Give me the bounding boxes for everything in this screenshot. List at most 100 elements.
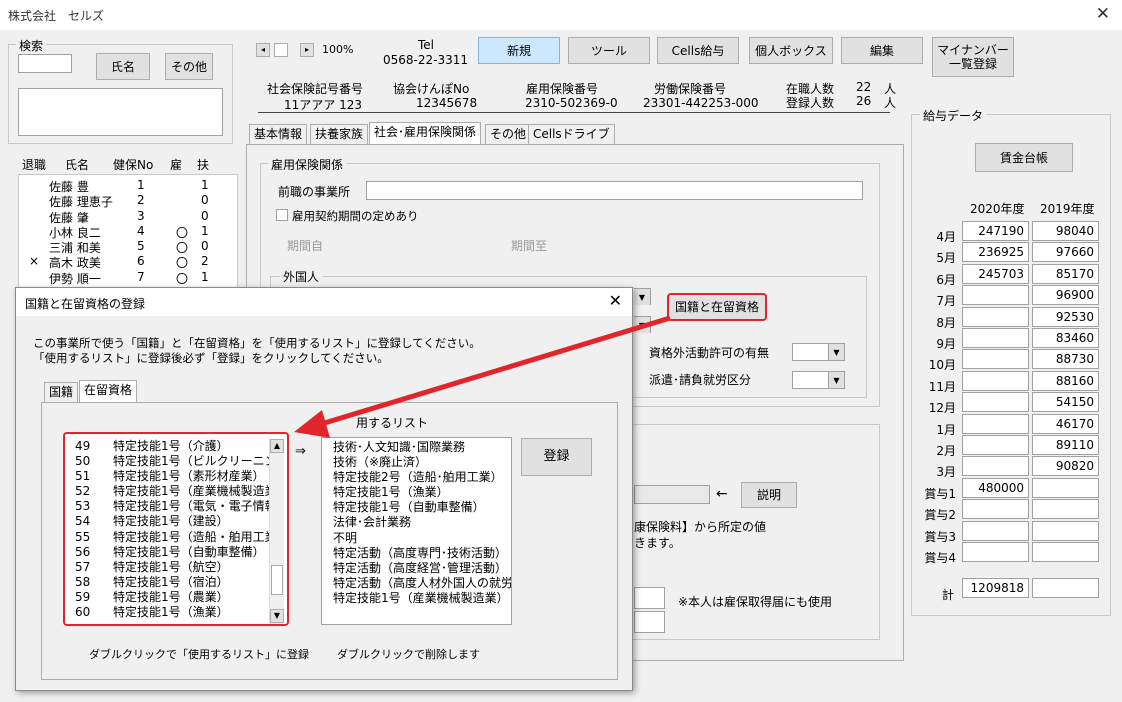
tools-button[interactable]: ツール xyxy=(568,37,650,64)
status-source-list[interactable]: 49 特定技能1号（介護） 50 特定技能1号（ビルクリーニング） 51 特定技能1号（素… xyxy=(71,439,273,624)
salary-cell-2[interactable]: 89110 xyxy=(1032,435,1099,455)
use-list-item[interactable]: 不明 xyxy=(333,531,511,546)
dialog-tab-status[interactable]: 在留資格 xyxy=(79,380,138,402)
salary-cell-1[interactable]: 247190 xyxy=(962,221,1029,241)
lower-field-1[interactable] xyxy=(634,587,665,609)
salary-cell-1[interactable] xyxy=(962,435,1029,455)
edit-button[interactable]: 編集 xyxy=(841,37,923,64)
employee-row[interactable]: 三浦 和美 5 〇 0 xyxy=(19,239,237,255)
salary-cell-2[interactable] xyxy=(1032,520,1099,541)
salary-cell-1[interactable] xyxy=(962,349,1029,370)
source-list-item[interactable]: 57 特定技能1号（航空） xyxy=(71,560,273,575)
wage-ledger-button[interactable]: 賃金台帳 xyxy=(975,143,1073,172)
salary-cell-1[interactable] xyxy=(962,370,1029,391)
cells-salary-button[interactable]: Cells給与 xyxy=(657,37,739,64)
salary-cell-2[interactable]: 96900 xyxy=(1032,285,1099,306)
lower-input[interactable] xyxy=(634,485,710,504)
employee-row[interactable]: 佐藤 肇30 xyxy=(19,209,237,225)
salary-total-2[interactable] xyxy=(1032,578,1099,598)
salary-cell-1[interactable] xyxy=(962,542,1029,562)
salary-cell-2[interactable]: 88730 xyxy=(1032,349,1099,370)
personal-box-button[interactable]: 個人ボックス xyxy=(749,37,833,64)
use-list-item[interactable]: 特定技能1号（産業機械製造業） xyxy=(333,591,511,606)
source-list-item[interactable]: 51 特定技能1号（素形材産業） xyxy=(71,469,273,484)
use-list-item[interactable]: 特定活動（高度人材外国人の就労） xyxy=(333,576,511,591)
salary-cell-2[interactable]: 46170 xyxy=(1032,413,1099,434)
salary-cell-1[interactable] xyxy=(962,499,1029,520)
salary-cell-2[interactable]: 97660 xyxy=(1032,242,1099,263)
register-button[interactable]: 登録 xyxy=(521,438,592,476)
scroll-right-icon[interactable]: ▸ xyxy=(300,43,314,57)
employee-row[interactable]: × 高木 政美 6 〇 2 xyxy=(19,254,237,270)
tab-other[interactable]: その他 xyxy=(485,124,532,144)
foreigner-combo-2[interactable]: ▼ xyxy=(634,316,651,333)
search-input[interactable] xyxy=(18,54,72,73)
use-list-item[interactable]: 特定活動（高度経営･管理活動） xyxy=(333,561,511,576)
contract-checkbox[interactable] xyxy=(276,209,288,221)
salary-cell-1[interactable] xyxy=(962,306,1029,327)
permit-select[interactable]: ▼ xyxy=(792,343,845,361)
salary-cell-1[interactable] xyxy=(962,456,1029,477)
salary-cell-2[interactable]: 85170 xyxy=(1032,263,1099,284)
use-list-item[interactable]: 技術･人文知識･国際業務 xyxy=(333,440,511,455)
employee-row[interactable]: 佐藤 理恵子 2 0 xyxy=(19,193,237,209)
salary-cell-2[interactable] xyxy=(1032,499,1099,520)
tab-dependents[interactable]: 扶養家族 xyxy=(310,124,369,144)
tab-cells-drive[interactable]: Cellsドライブ xyxy=(528,124,615,144)
salary-cell-1[interactable] xyxy=(962,285,1029,306)
salary-cell-2[interactable]: 90820 xyxy=(1032,456,1099,477)
source-scrollbar[interactable]: ▲ ▼ xyxy=(269,439,284,624)
source-list-item[interactable]: 50 特定技能1号（ビルクリーニング） xyxy=(71,454,273,469)
search-name-button[interactable]: 氏名 xyxy=(96,53,150,80)
search-other-button[interactable]: その他 xyxy=(165,53,213,80)
salary-cell-1[interactable]: 480000 xyxy=(962,477,1029,498)
source-list-item[interactable]: 58 特定技能1号（宿泊） xyxy=(71,575,273,590)
salary-cell-2[interactable] xyxy=(1032,477,1099,498)
salary-cell-2[interactable]: 98040 xyxy=(1032,221,1099,241)
source-list-item[interactable]: 59 特定技能1号（農業） xyxy=(71,590,273,605)
source-list-item[interactable]: 49 特定技能1号（介護） xyxy=(71,439,273,454)
salary-cell-2[interactable] xyxy=(1032,542,1099,562)
salary-cell-1[interactable] xyxy=(962,392,1029,413)
scroll-thumb[interactable] xyxy=(274,43,288,57)
use-list[interactable]: 技術･人文知識･国際業務 技術（※廃止済） 特定技能2号（造船･舶用工業） 特定技能1… xyxy=(321,437,512,625)
lower-field-2[interactable] xyxy=(634,611,665,633)
salary-cell-1[interactable] xyxy=(962,413,1029,434)
explain-button[interactable]: 説明 xyxy=(741,482,797,508)
foreigner-combo-1[interactable]: ▼ xyxy=(634,288,651,305)
employee-row[interactable]: 小林 良二 4 〇 1 xyxy=(19,224,237,240)
use-list-item[interactable]: 特定技能2号（造船･舶用工業） xyxy=(333,470,511,485)
salary-total-1[interactable]: 1209818 xyxy=(962,578,1029,598)
salary-cell-2[interactable]: 92530 xyxy=(1032,306,1099,327)
salary-cell-1[interactable]: 245703 xyxy=(962,263,1029,284)
source-list-item[interactable]: 52 特定技能1号（産業機械製造業） xyxy=(71,484,273,499)
source-list-item[interactable]: 60 特定技能1号（漁業） xyxy=(71,605,273,620)
dialog-tab-nationality[interactable]: 国籍 xyxy=(44,382,79,402)
use-list-item[interactable]: 法律･会計業務 xyxy=(333,515,511,530)
use-list-item[interactable]: 特定技能1号（漁業） xyxy=(333,485,511,500)
nationality-status-button[interactable]: 国籍と在留資格 xyxy=(667,293,767,321)
source-list-item[interactable]: 54 特定技能1号（建設） xyxy=(71,514,273,529)
tab-social-insurance[interactable]: 社会･雇用保険関係 xyxy=(369,122,482,144)
use-list-item[interactable]: 技術（※廃止済） xyxy=(333,455,511,470)
mynumber-button[interactable]: マイナンバー 一覧登録 xyxy=(932,37,1014,77)
new-button[interactable]: 新規 xyxy=(478,37,560,64)
search-results-box[interactable] xyxy=(18,88,223,136)
dispatch-select[interactable]: ▼ xyxy=(792,371,845,389)
source-list-item[interactable]: 53 特定技能1号（電気・電子情報関連産業） xyxy=(71,499,273,514)
scroll-up-icon[interactable]: ▲ xyxy=(270,439,284,453)
employee-list[interactable]: 佐藤 豊 1 1 佐藤 理恵子 2 0 佐藤 肇 3 0 小林 良二 4 〇 1 三浦 和美 5 〇 0 × 高木 … xyxy=(18,174,238,289)
use-list-item[interactable]: 特定技能1号（自動車整備） xyxy=(333,500,511,515)
employee-row[interactable]: 伊勢 順一 7 〇 1 xyxy=(19,270,237,286)
salary-cell-1[interactable]: 236925 xyxy=(962,242,1029,263)
close-icon[interactable]: ✕ xyxy=(1096,4,1110,24)
salary-cell-2[interactable]: 83460 xyxy=(1032,328,1099,348)
salary-cell-1[interactable] xyxy=(962,328,1029,348)
source-scroll-thumb[interactable] xyxy=(271,565,283,595)
scroll-down-icon[interactable]: ▼ xyxy=(270,609,284,623)
scroll-left-icon[interactable]: ◂ xyxy=(256,43,270,57)
source-list-item[interactable]: 56 特定技能1号（自動車整備） xyxy=(71,545,273,560)
salary-cell-2[interactable]: 54150 xyxy=(1032,392,1099,413)
employee-row[interactable]: 佐藤 豊11 xyxy=(19,178,237,194)
tab-basic-info[interactable]: 基本情報 xyxy=(249,124,308,144)
